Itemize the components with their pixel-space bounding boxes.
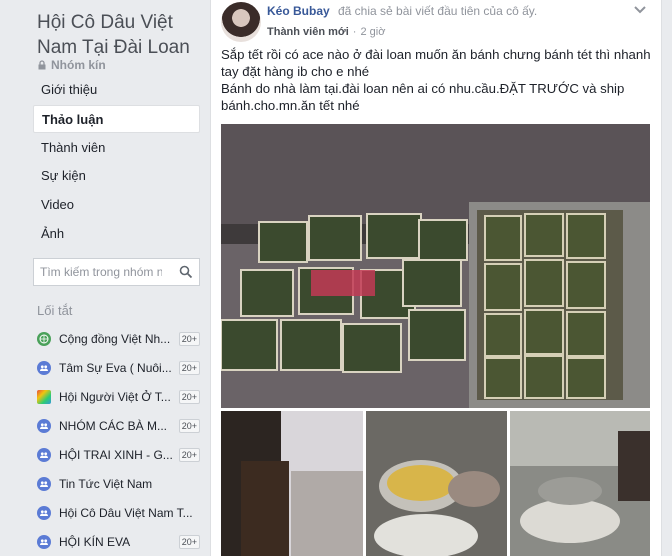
post-text-line: Sắp tết rồi có ace nào ở đài loan muốn ă… bbox=[221, 47, 651, 79]
shortcut-count-badge: 20+ bbox=[178, 360, 200, 375]
shortcut-label: HỘI KÍN EVA bbox=[59, 534, 131, 549]
shortcut-label: Hội Người Việt Ở T... bbox=[59, 389, 171, 404]
photo-illustration bbox=[366, 411, 507, 556]
post-meta: Thành viên mới · 2 giờ bbox=[267, 26, 385, 38]
nav-item-discussion[interactable]: Thảo luận bbox=[33, 104, 200, 133]
shortcut-item[interactable]: Tâm Sự Eva ( Nuôi... 20+ bbox=[37, 353, 200, 382]
shortcut-item[interactable]: Hội Người Việt Ở T... 20+ bbox=[37, 382, 200, 411]
group-icon bbox=[37, 360, 51, 375]
shortcut-item[interactable]: Tin Tức Việt Nam bbox=[37, 469, 200, 498]
photo-illustration bbox=[510, 411, 650, 556]
post-card: Kéo Bubay đã chia sẻ bài viết đầu tiên c… bbox=[210, 0, 662, 556]
author-avatar[interactable] bbox=[221, 2, 261, 42]
group-title[interactable]: Hội Cô Dâu Việt Nam Tại Đài Loan bbox=[37, 10, 207, 60]
shortcut-count-badge: 20+ bbox=[178, 418, 200, 433]
post-photo-2[interactable] bbox=[366, 411, 507, 556]
shortcut-label: Tâm Sự Eva ( Nuôi... bbox=[59, 360, 172, 375]
post-author[interactable]: Kéo Bubay bbox=[267, 4, 330, 18]
group-privacy: Nhóm kín bbox=[37, 58, 106, 72]
group-icon bbox=[37, 476, 51, 491]
group-search-input[interactable] bbox=[40, 265, 162, 279]
shortcuts-title: Lối tắt bbox=[37, 303, 73, 318]
lock-icon bbox=[38, 60, 46, 70]
search-icon[interactable] bbox=[179, 265, 193, 279]
shortcut-count-badge: 20+ bbox=[178, 331, 200, 346]
photo-illustration bbox=[221, 411, 363, 556]
chevron-down-icon[interactable] bbox=[633, 4, 647, 16]
group-icon bbox=[37, 505, 51, 520]
shortcut-label: HỘI TRAI XINH - G... bbox=[59, 447, 173, 462]
post-text: Sắp tết rồi có ace nào ở đài loan muốn ă… bbox=[221, 46, 651, 114]
banh-chung-photo-illustration bbox=[221, 124, 650, 408]
left-sidebar: Hội Cô Dâu Việt Nam Tại Đài Loan Nhóm kí… bbox=[0, 0, 210, 556]
group-icon bbox=[37, 418, 51, 433]
shortcut-item[interactable]: HỘI KÍN EVA 20+ bbox=[37, 527, 200, 556]
shortcut-label: Cộng đồng Việt Nh... bbox=[59, 331, 171, 346]
shortcut-count-badge: 20+ bbox=[178, 534, 200, 549]
shortcut-label: NHÓM CÁC BÀ M... bbox=[59, 418, 168, 433]
shortcut-count-badge: 20+ bbox=[178, 389, 200, 404]
post-time[interactable]: 2 giờ bbox=[360, 26, 385, 38]
meta-separator: · bbox=[352, 26, 357, 38]
shortcut-item[interactable]: HỘI TRAI XINH - G... 20+ bbox=[37, 440, 200, 469]
group-nav: Giới thiệu Thảo luận Thành viên Sự kiện … bbox=[33, 76, 200, 249]
shortcuts-list: Cộng đồng Việt Nh... 20+ Tâm Sự Eva ( Nuôi… bbox=[37, 324, 200, 556]
shortcut-item[interactable]: NHÓM CÁC BÀ M... 20+ bbox=[37, 411, 200, 440]
post-photo-1[interactable] bbox=[221, 411, 363, 556]
member-role-badge[interactable]: Thành viên mới bbox=[267, 26, 349, 38]
group-icon bbox=[37, 534, 51, 549]
post-photo-3[interactable] bbox=[510, 411, 650, 556]
shortcut-item[interactable]: Hội Cô Dâu Việt Nam T... bbox=[37, 498, 200, 527]
post-action-text: đã chia sẻ bài viết đầu tiên của cô ấy. bbox=[338, 4, 538, 18]
post-photo-main[interactable] bbox=[221, 124, 650, 408]
shortcut-count-badge: 20+ bbox=[178, 447, 200, 462]
shortcut-label: Tin Tức Việt Nam bbox=[59, 476, 153, 491]
nav-item-about[interactable]: Giới thiệu bbox=[33, 76, 200, 104]
shortcut-label: Hội Cô Dâu Việt Nam T... bbox=[59, 505, 193, 520]
rainbow-icon bbox=[37, 389, 51, 404]
post-text-line: Bánh do nhà làm tại.đài loan nên ai có n… bbox=[221, 81, 625, 113]
nav-item-events[interactable]: Sự kiện bbox=[33, 162, 200, 190]
privacy-label: Nhóm kín bbox=[51, 58, 106, 72]
nav-item-members[interactable]: Thành viên bbox=[33, 134, 200, 162]
nav-item-videos[interactable]: Video bbox=[33, 191, 200, 219]
nav-item-photos[interactable]: Ảnh bbox=[33, 220, 200, 248]
globe-icon bbox=[37, 331, 51, 346]
group-icon bbox=[37, 447, 51, 462]
shortcut-item[interactable]: Cộng đồng Việt Nh... 20+ bbox=[37, 324, 200, 353]
group-search-box bbox=[33, 258, 200, 286]
